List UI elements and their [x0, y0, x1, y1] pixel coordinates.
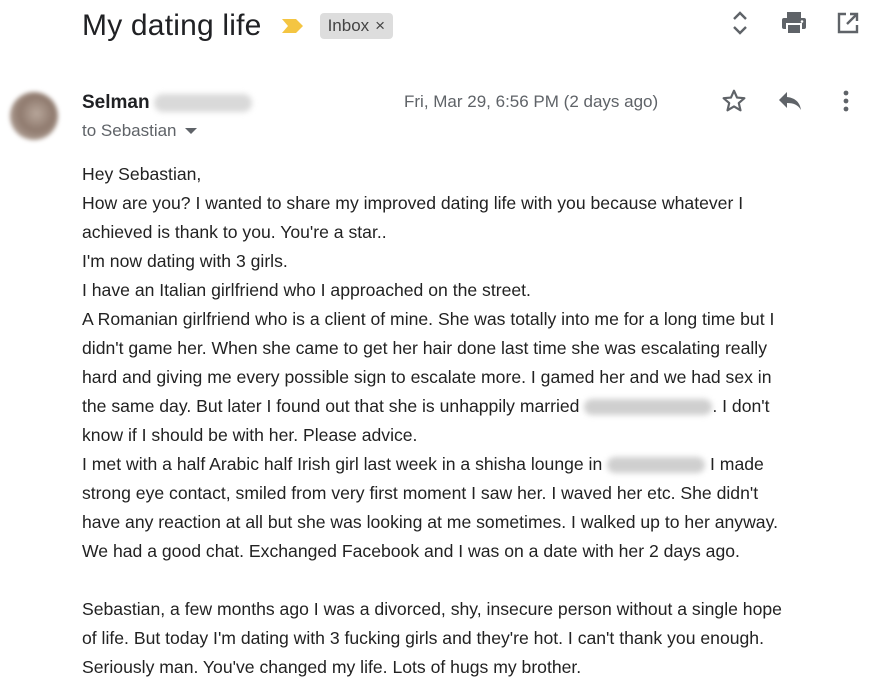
body-line: I'm now dating with 3 girls.: [82, 251, 288, 271]
body-line: A Romanian girlfriend who is a client of…: [82, 309, 775, 329]
body-text-segment: the same day. But later I found out that…: [82, 396, 585, 416]
body-line: I met with a half Arabic half Irish girl…: [82, 450, 872, 479]
remove-label-button[interactable]: ×: [375, 13, 385, 39]
reply-icon[interactable]: [777, 88, 803, 114]
redacted-surname: [153, 94, 252, 112]
sender-name[interactable]: Selman: [82, 92, 150, 114]
body-line: Seriously man. You've changed my life. L…: [82, 657, 582, 677]
sender-avatar[interactable]: [10, 92, 58, 140]
recipient-line[interactable]: to Sebastian: [82, 121, 197, 141]
body-line: Sebastian, a few months ago I was a divo…: [82, 599, 782, 619]
body-line: We had a good chat. Exchanged Facebook a…: [82, 541, 740, 561]
body-line: hard and giving me every possible sign t…: [82, 367, 772, 387]
more-vert-icon[interactable]: [833, 88, 859, 114]
body-line: [82, 566, 872, 595]
body-text-segment: I met with a half Arabic half Irish girl…: [82, 454, 608, 474]
print-icon[interactable]: [781, 10, 807, 36]
recipient-text: to Sebastian: [82, 121, 177, 140]
email-date: Fri, Mar 29, 6:56 PM (2 days ago): [404, 92, 659, 111]
redacted-location: [607, 457, 706, 474]
body-line: I have an Italian girlfriend who I appro…: [82, 280, 531, 300]
body-line: Hey Sebastian,: [82, 164, 202, 184]
label-text: Inbox: [327, 16, 370, 35]
thread-actions: [727, 10, 861, 36]
message-actions: [721, 88, 859, 114]
open-in-new-window-icon[interactable]: [835, 10, 861, 36]
email-subject: My dating life: [82, 9, 262, 42]
subject-bar: My dating life Inbox ×: [82, 4, 394, 48]
body-line: the same day. But later I found out that…: [82, 392, 872, 421]
body-line: didn't game her. When she came to get he…: [82, 338, 767, 358]
body-line: strong eye contact, smiled from very fir…: [82, 483, 759, 503]
body-text-segment: I made: [705, 454, 764, 474]
expand-collapse-icon[interactable]: [727, 10, 753, 36]
body-line: achieved is thank to you. You're a star.…: [82, 222, 387, 242]
body-line: know if I should be with her. Please adv…: [82, 425, 418, 445]
inbox-label-chip[interactable]: Inbox ×: [319, 13, 394, 39]
body-line: have any reaction at all but she was loo…: [82, 512, 778, 532]
email-body: Hey Sebastian, How are you? I wanted to …: [82, 160, 872, 682]
redacted-text: [584, 399, 713, 416]
body-line: of life. But today I'm dating with 3 fuc…: [82, 628, 764, 648]
importance-marker-icon[interactable]: [280, 16, 306, 36]
sender-line: Selman: [82, 90, 252, 116]
star-icon[interactable]: [721, 88, 747, 114]
show-details-dropdown-icon[interactable]: [184, 128, 197, 134]
body-text-segment: . I don't: [712, 396, 770, 416]
body-line: How are you? I wanted to share my improv…: [82, 193, 744, 213]
